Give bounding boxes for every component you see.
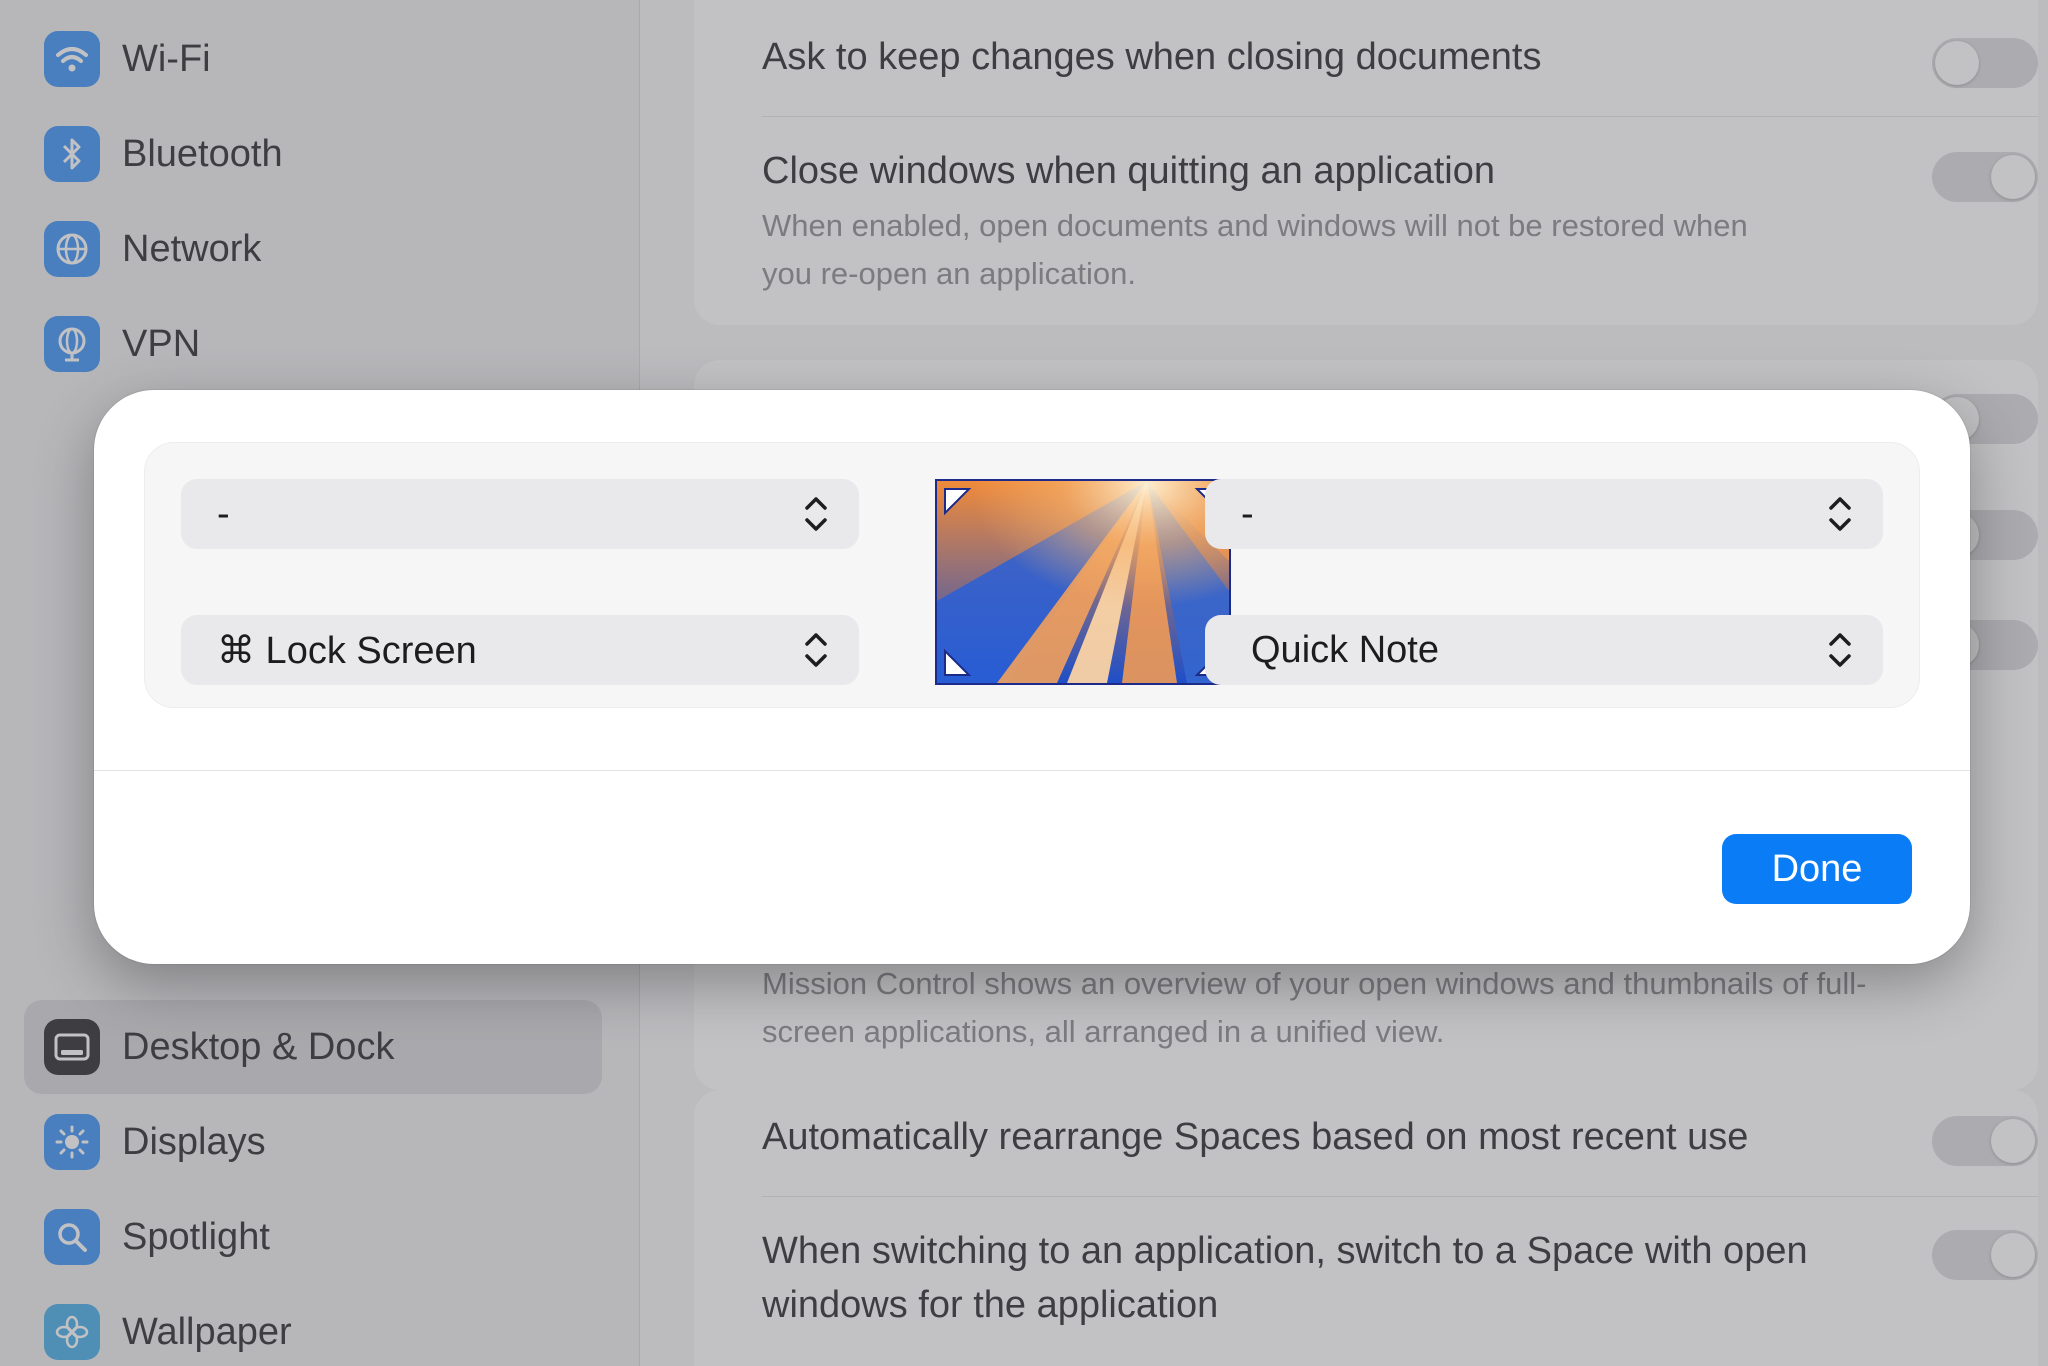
top-right-corner-popup[interactable]: - (1205, 479, 1883, 549)
chevron-updown-icon (1829, 497, 1851, 531)
popup-value: Quick Note (1251, 628, 1439, 671)
popup-value: ⌘ Lock Screen (217, 629, 477, 672)
hot-corners-panel: - ⌘ Lock Screen - Quick Note (144, 442, 1920, 708)
wallpaper-preview-image (937, 481, 1229, 683)
popup-value: - (217, 492, 230, 535)
hot-corners-sheet: - ⌘ Lock Screen - Quick Note Done (94, 390, 1970, 964)
popup-value: - (1241, 492, 1254, 535)
bottom-right-corner-popup[interactable]: Quick Note (1205, 615, 1883, 685)
chevron-updown-icon (805, 633, 827, 667)
chevron-updown-icon (1829, 633, 1851, 667)
bottom-left-corner-popup[interactable]: ⌘ Lock Screen (181, 615, 859, 685)
screen-preview (935, 479, 1231, 685)
top-left-corner-popup[interactable]: - (181, 479, 859, 549)
sheet-divider (94, 770, 1970, 771)
done-button[interactable]: Done (1722, 834, 1912, 904)
chevron-updown-icon (805, 497, 827, 531)
